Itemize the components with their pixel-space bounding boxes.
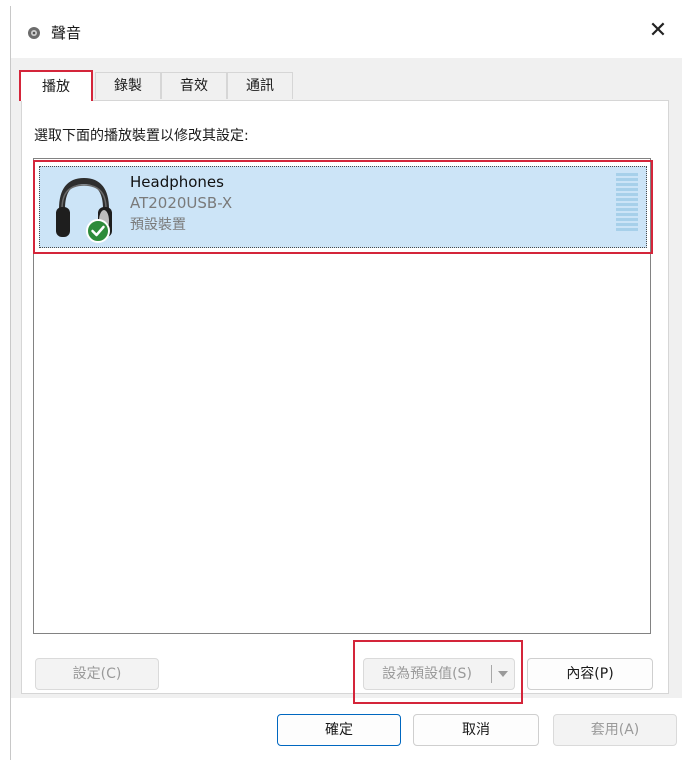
- tab-playback[interactable]: 播放: [19, 70, 93, 101]
- device-description: AT2020USB-X: [130, 194, 233, 212]
- properties-button[interactable]: 內容(P): [527, 658, 653, 690]
- apply-button[interactable]: 套用(A): [553, 714, 677, 746]
- set-default-button[interactable]: 設為預設值(S): [364, 659, 490, 689]
- volume-level-meter: [616, 173, 638, 235]
- dropdown-arrow-icon[interactable]: [493, 659, 513, 689]
- ok-button[interactable]: 確定: [277, 714, 401, 746]
- selected-device-row: Headphones AT2020USB-X 預設裝置: [39, 166, 647, 248]
- instruction-text: 選取下面的播放裝置以修改其設定:: [34, 128, 249, 144]
- close-button[interactable]: ✕: [645, 18, 671, 44]
- window-title: 聲音: [51, 24, 82, 42]
- split-divider: [491, 665, 492, 683]
- set-default-split-button[interactable]: 設為預設值(S): [363, 658, 515, 690]
- headphones-icon: [56, 177, 112, 243]
- tab-sounds[interactable]: 音效: [161, 72, 227, 99]
- sound-dialog: 聲音 ✕ 播放 錄製 音效 通訊 選取下面的播放裝置以修改其設定: Headph…: [10, 6, 682, 760]
- tab-recording[interactable]: 錄製: [95, 72, 161, 99]
- device-name: Headphones: [130, 173, 224, 191]
- device-item-headphones[interactable]: Headphones AT2020USB-X 預設裝置: [33, 160, 653, 254]
- check-badge-icon: [86, 219, 110, 243]
- device-status: 預設裝置: [130, 217, 186, 233]
- configure-button[interactable]: 設定(C): [35, 658, 159, 690]
- cancel-button[interactable]: 取消: [413, 714, 539, 746]
- tab-communications[interactable]: 通訊: [227, 72, 293, 99]
- speaker-icon: [28, 27, 40, 39]
- title-bar: 聲音 ✕: [11, 6, 682, 58]
